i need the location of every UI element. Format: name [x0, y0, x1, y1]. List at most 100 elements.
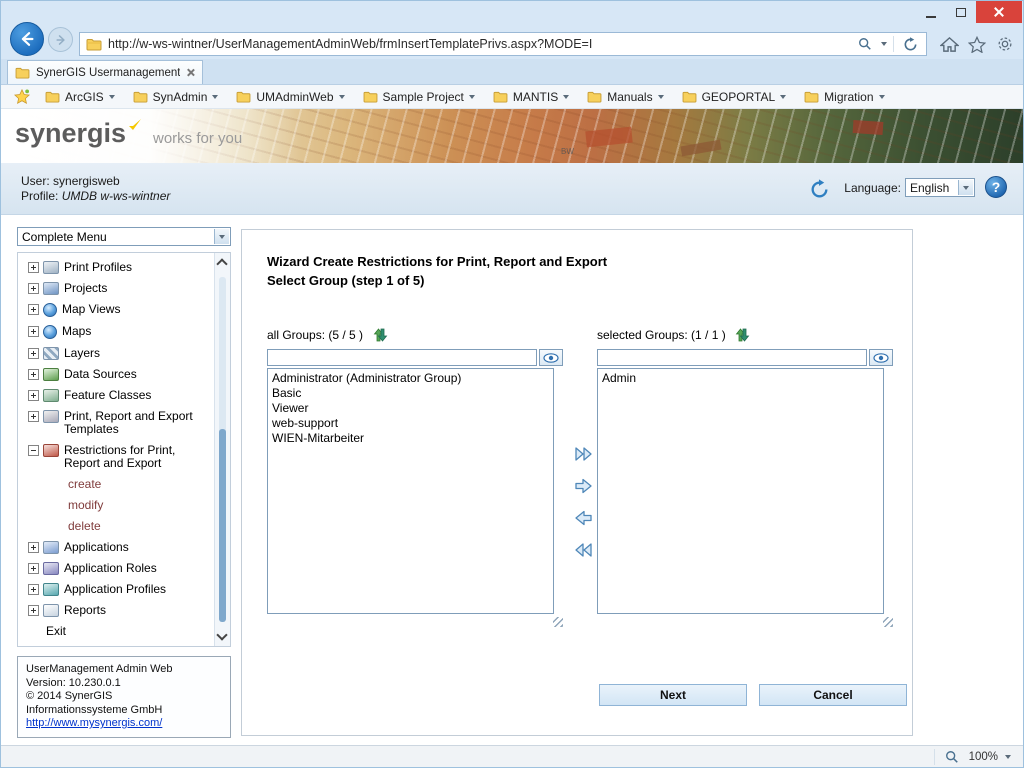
favorite-arcgis[interactable]: ArcGIS: [37, 86, 123, 108]
sidebar-item-application-roles[interactable]: Application Roles: [18, 558, 213, 579]
sidebar-item-map-views[interactable]: Map Views: [18, 299, 213, 321]
group-option[interactable]: WIEN-Mitarbeiter: [268, 431, 553, 446]
move-right-button[interactable]: [570, 474, 596, 498]
group-option[interactable]: Basic: [268, 386, 553, 401]
address-bar[interactable]: http://w-ws-wintner/UserManagementAdminW…: [79, 32, 927, 56]
sidebar-item-print-profiles[interactable]: Print Profiles: [18, 257, 213, 278]
expand-icon[interactable]: [28, 584, 39, 595]
language-value: English: [910, 181, 949, 195]
move-left-button[interactable]: [570, 506, 596, 530]
expand-icon[interactable]: [28, 369, 39, 380]
all-groups-sort-button[interactable]: [371, 327, 389, 343]
tab-close-icon[interactable]: [186, 68, 195, 77]
expand-icon[interactable]: [28, 326, 39, 337]
settings-button[interactable]: [995, 34, 1015, 54]
tab-title: SynerGIS Usermanagement ...: [36, 67, 180, 79]
sidebar-item-exit[interactable]: Exit: [18, 621, 213, 642]
scroll-up-icon[interactable]: [216, 258, 227, 269]
close-button[interactable]: [976, 1, 1022, 23]
selected-groups-filter-button[interactable]: [869, 349, 893, 366]
menu-select[interactable]: Complete Menu: [17, 227, 231, 246]
sidebar-item-layers[interactable]: Layers: [18, 343, 213, 364]
all-groups-filter-button[interactable]: [539, 349, 563, 366]
selected-groups-listbox[interactable]: Admin: [597, 368, 884, 614]
zoom-button[interactable]: [942, 747, 962, 767]
resize-handle[interactable]: [883, 617, 893, 627]
url-text[interactable]: http://w-ws-wintner/UserManagementAdminW…: [108, 37, 849, 51]
tree-scrollbar[interactable]: [214, 253, 230, 646]
language-select[interactable]: English: [905, 178, 975, 197]
printer-icon: [43, 261, 59, 274]
favorite-sample-project[interactable]: Sample Project: [355, 86, 483, 108]
all-groups-listbox[interactable]: Administrator (Administrator Group) Basi…: [267, 368, 554, 614]
selected-groups-filter-input[interactable]: [597, 349, 867, 366]
expand-icon[interactable]: [28, 563, 39, 574]
cancel-button[interactable]: Cancel: [759, 684, 907, 706]
favorite-synadmin[interactable]: SynAdmin: [125, 86, 227, 108]
home-button[interactable]: [939, 34, 959, 54]
status-bar: 100%: [1, 745, 1023, 767]
back-icon: [17, 29, 37, 49]
scrollbar-thumb[interactable]: [219, 429, 226, 622]
help-button[interactable]: ?: [985, 176, 1007, 198]
folder-icon: [236, 91, 251, 103]
group-option[interactable]: Viewer: [268, 401, 553, 416]
add-favorite-button[interactable]: [9, 86, 35, 108]
sidebar-item-modify[interactable]: modify: [18, 495, 213, 516]
forward-button[interactable]: [48, 27, 73, 52]
footer-link[interactable]: http://www.mysynergis.com/: [26, 717, 162, 729]
refresh-button[interactable]: [900, 34, 920, 54]
search-button[interactable]: [855, 34, 875, 54]
expand-icon[interactable]: [28, 542, 39, 553]
address-dropdown-caret[interactable]: [881, 42, 887, 46]
favorite-umadminweb[interactable]: UMAdminWeb: [228, 86, 352, 108]
scroll-down-icon[interactable]: [216, 629, 227, 640]
selected-groups-sort-button[interactable]: [734, 327, 752, 343]
sidebar-item-reports[interactable]: Reports: [18, 600, 213, 621]
menu-tree: Print Profiles Projects Map Views: [17, 252, 231, 647]
sidebar-item-feature-classes[interactable]: Feature Classes: [18, 385, 213, 406]
favorites-button[interactable]: [967, 34, 987, 54]
footer-version: Version: 10.230.0.1: [26, 677, 222, 691]
sidebar-item-maps[interactable]: Maps: [18, 321, 213, 343]
move-all-right-button[interactable]: [570, 442, 596, 466]
expand-icon[interactable]: [28, 262, 39, 273]
collapse-icon[interactable]: [28, 445, 39, 456]
scrollbar-track[interactable]: [219, 277, 226, 622]
sidebar-item-print-report-export-templates[interactable]: Print, Report and Export Templates: [18, 406, 213, 440]
all-groups-filter-input[interactable]: [267, 349, 537, 366]
sidebar-item-projects[interactable]: Projects: [18, 278, 213, 299]
sidebar-item-delete[interactable]: delete: [18, 516, 213, 537]
expand-icon[interactable]: [28, 605, 39, 616]
resize-handle[interactable]: [553, 617, 563, 627]
favorite-migration[interactable]: Migration: [796, 86, 892, 108]
browser-tab[interactable]: SynerGIS Usermanagement ...: [7, 60, 203, 84]
next-button[interactable]: Next: [599, 684, 747, 706]
question-mark-icon: ?: [992, 179, 1001, 195]
title-bar[interactable]: [1, 1, 1023, 29]
favorite-manuals[interactable]: Manuals: [579, 86, 671, 108]
language-refresh-button[interactable]: [807, 177, 831, 201]
user-value: synergisweb: [53, 174, 120, 188]
group-option[interactable]: web-support: [268, 416, 553, 431]
expand-icon[interactable]: [28, 411, 39, 422]
sidebar-item-data-sources[interactable]: Data Sources: [18, 364, 213, 385]
group-option[interactable]: Administrator (Administrator Group): [268, 371, 553, 386]
sidebar-item-applications[interactable]: Applications: [18, 537, 213, 558]
back-button[interactable]: [10, 22, 44, 56]
favorite-mantis[interactable]: MANTIS: [485, 86, 577, 108]
expand-icon[interactable]: [28, 304, 39, 315]
zoom-dropdown-caret[interactable]: [1005, 755, 1011, 759]
sidebar-item-create[interactable]: create: [18, 474, 213, 495]
expand-icon[interactable]: [28, 348, 39, 359]
expand-icon[interactable]: [28, 283, 39, 294]
expand-icon[interactable]: [28, 390, 39, 401]
sidebar-item-restrictions[interactable]: Restrictions for Print, Report and Expor…: [18, 440, 213, 474]
sidebar-item-application-profiles[interactable]: Application Profiles: [18, 579, 213, 600]
zoom-level[interactable]: 100%: [969, 751, 998, 763]
move-all-left-button[interactable]: [570, 538, 596, 562]
minimize-button[interactable]: [916, 1, 946, 23]
favorite-geoportal[interactable]: GEOPORTAL: [674, 86, 795, 108]
maximize-button[interactable]: [946, 1, 976, 23]
group-option[interactable]: Admin: [598, 371, 883, 386]
